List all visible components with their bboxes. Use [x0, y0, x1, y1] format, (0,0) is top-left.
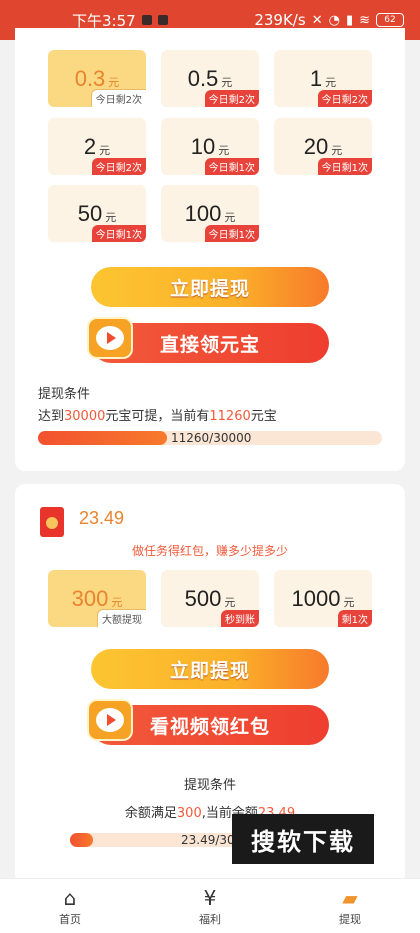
amount-unit: 元 [105, 210, 117, 224]
amount-value: 1000 [291, 585, 341, 611]
redpacket-progress-fill [70, 833, 93, 847]
amount-value: 300 [71, 585, 109, 611]
amount-value: 50 [77, 200, 103, 226]
remaining-badge: 剩1次 [337, 610, 372, 627]
amount-unit: 元 [108, 75, 120, 89]
yuan-icon: ¥ [203, 886, 217, 910]
amount-option[interactable]: 0.3 元今日剩2次 [48, 50, 146, 107]
remaining-badge: 今日剩1次 [204, 158, 259, 175]
video-play-icon [87, 699, 133, 741]
home-icon: ⌂ [63, 886, 77, 910]
amount-option[interactable]: 2 元今日剩2次 [48, 118, 146, 175]
amount-unit: 元 [224, 210, 236, 224]
amount-unit: 元 [331, 143, 343, 157]
tab-welfare[interactable]: ¥ 福利 [150, 885, 270, 927]
amount-value: 100 [184, 200, 222, 226]
remaining-badge: 秒到账 [221, 610, 259, 627]
remaining-badge: 今日剩2次 [204, 90, 259, 107]
amount-option[interactable]: 20 元今日剩1次 [274, 118, 372, 175]
wifi-icon: ≋ [359, 12, 370, 28]
amount-unit: 元 [99, 143, 111, 157]
redpacket-balance: 23.49 [79, 508, 125, 528]
condition-title: 提现条件 [38, 387, 91, 402]
amount-option[interactable]: 10 元今日剩1次 [161, 118, 259, 175]
remaining-badge: 今日剩2次 [91, 158, 146, 175]
signal-icon: ▮ [345, 12, 354, 28]
amount-unit: 元 [325, 75, 337, 89]
amount-option[interactable]: 50 元今日剩1次 [48, 185, 146, 242]
notification-app-icon-2 [157, 15, 168, 25]
red-packet-icon [40, 507, 64, 537]
amount-value: 0.3 [74, 65, 106, 91]
redpacket-hint: 做任务得红包，赚多少提多少 [131, 544, 288, 558]
amount-value: 1 [309, 65, 323, 91]
amount-option[interactable]: 1000 元剩1次 [274, 570, 372, 627]
tab-home[interactable]: ⌂ 首页 [10, 885, 130, 927]
mute-icon: ✕ [311, 12, 323, 28]
remaining-badge: 今日剩2次 [317, 90, 372, 107]
amount-option[interactable]: 1 元今日剩2次 [274, 50, 372, 107]
remaining-badge: 今日剩1次 [204, 225, 259, 242]
amount-unit: 元 [218, 143, 230, 157]
battery-icon: 62 [376, 13, 404, 27]
condition-text: 达到30000元宝可提，当前有11260元宝 [38, 409, 277, 424]
wallet-icon: ▰ [342, 886, 358, 910]
amount-unit: 元 [343, 595, 355, 609]
amount-option[interactable]: 500 元秒到账 [161, 570, 259, 627]
redpacket-withdraw-now-button[interactable]: 立即提现 [91, 649, 329, 689]
amount-value: 500 [184, 585, 222, 611]
watch-video-redpacket-button[interactable]: 看视频领红包 [87, 699, 329, 745]
amount-option[interactable]: 100 元今日剩1次 [161, 185, 259, 242]
redpacket-condition-title: 提现条件 [183, 778, 236, 793]
withdraw-now-button[interactable]: 立即提现 [91, 267, 329, 307]
net-speed: 239K/s [254, 11, 306, 29]
yuanbao-progress-label: 11260/30000 [171, 431, 252, 445]
remaining-badge: 今日剩2次 [90, 89, 146, 107]
yuanbao-progress-fill [38, 431, 168, 445]
remaining-badge: 今日剩1次 [317, 158, 372, 175]
bottom-tab-bar: ⌂ 首页 ¥ 福利 ▰ 提现 [0, 878, 420, 933]
amount-value: 10 [190, 133, 216, 159]
video-play-icon [87, 317, 133, 359]
watermark-logo: 搜软下载 [232, 814, 374, 864]
amount-option[interactable]: 0.5 元今日剩2次 [161, 50, 259, 107]
amount-value: 20 [303, 133, 329, 159]
alarm-icon: ◔ [328, 12, 340, 28]
amount-unit: 元 [111, 595, 123, 609]
remaining-badge: 今日剩1次 [91, 225, 146, 242]
yuanbao-withdraw-card: 0.3 元今日剩2次 0.5 元今日剩2次 1 元今日剩2次 2 元今日剩2次 10 元今日剩1次… [15, 28, 405, 471]
amount-unit: 元 [221, 75, 233, 89]
amount-option[interactable]: 300 元大额提现 [48, 570, 146, 627]
amount-unit: 元 [224, 595, 236, 609]
tab-withdraw[interactable]: ▰ 提现 [290, 885, 410, 927]
amount-value: 0.5 [187, 65, 219, 91]
amount-value: 2 [83, 133, 97, 159]
notification-app-icon [141, 15, 152, 25]
claim-yuanbao-button[interactable]: 直接领元宝 [87, 317, 329, 363]
remaining-badge: 大额提现 [97, 609, 146, 627]
